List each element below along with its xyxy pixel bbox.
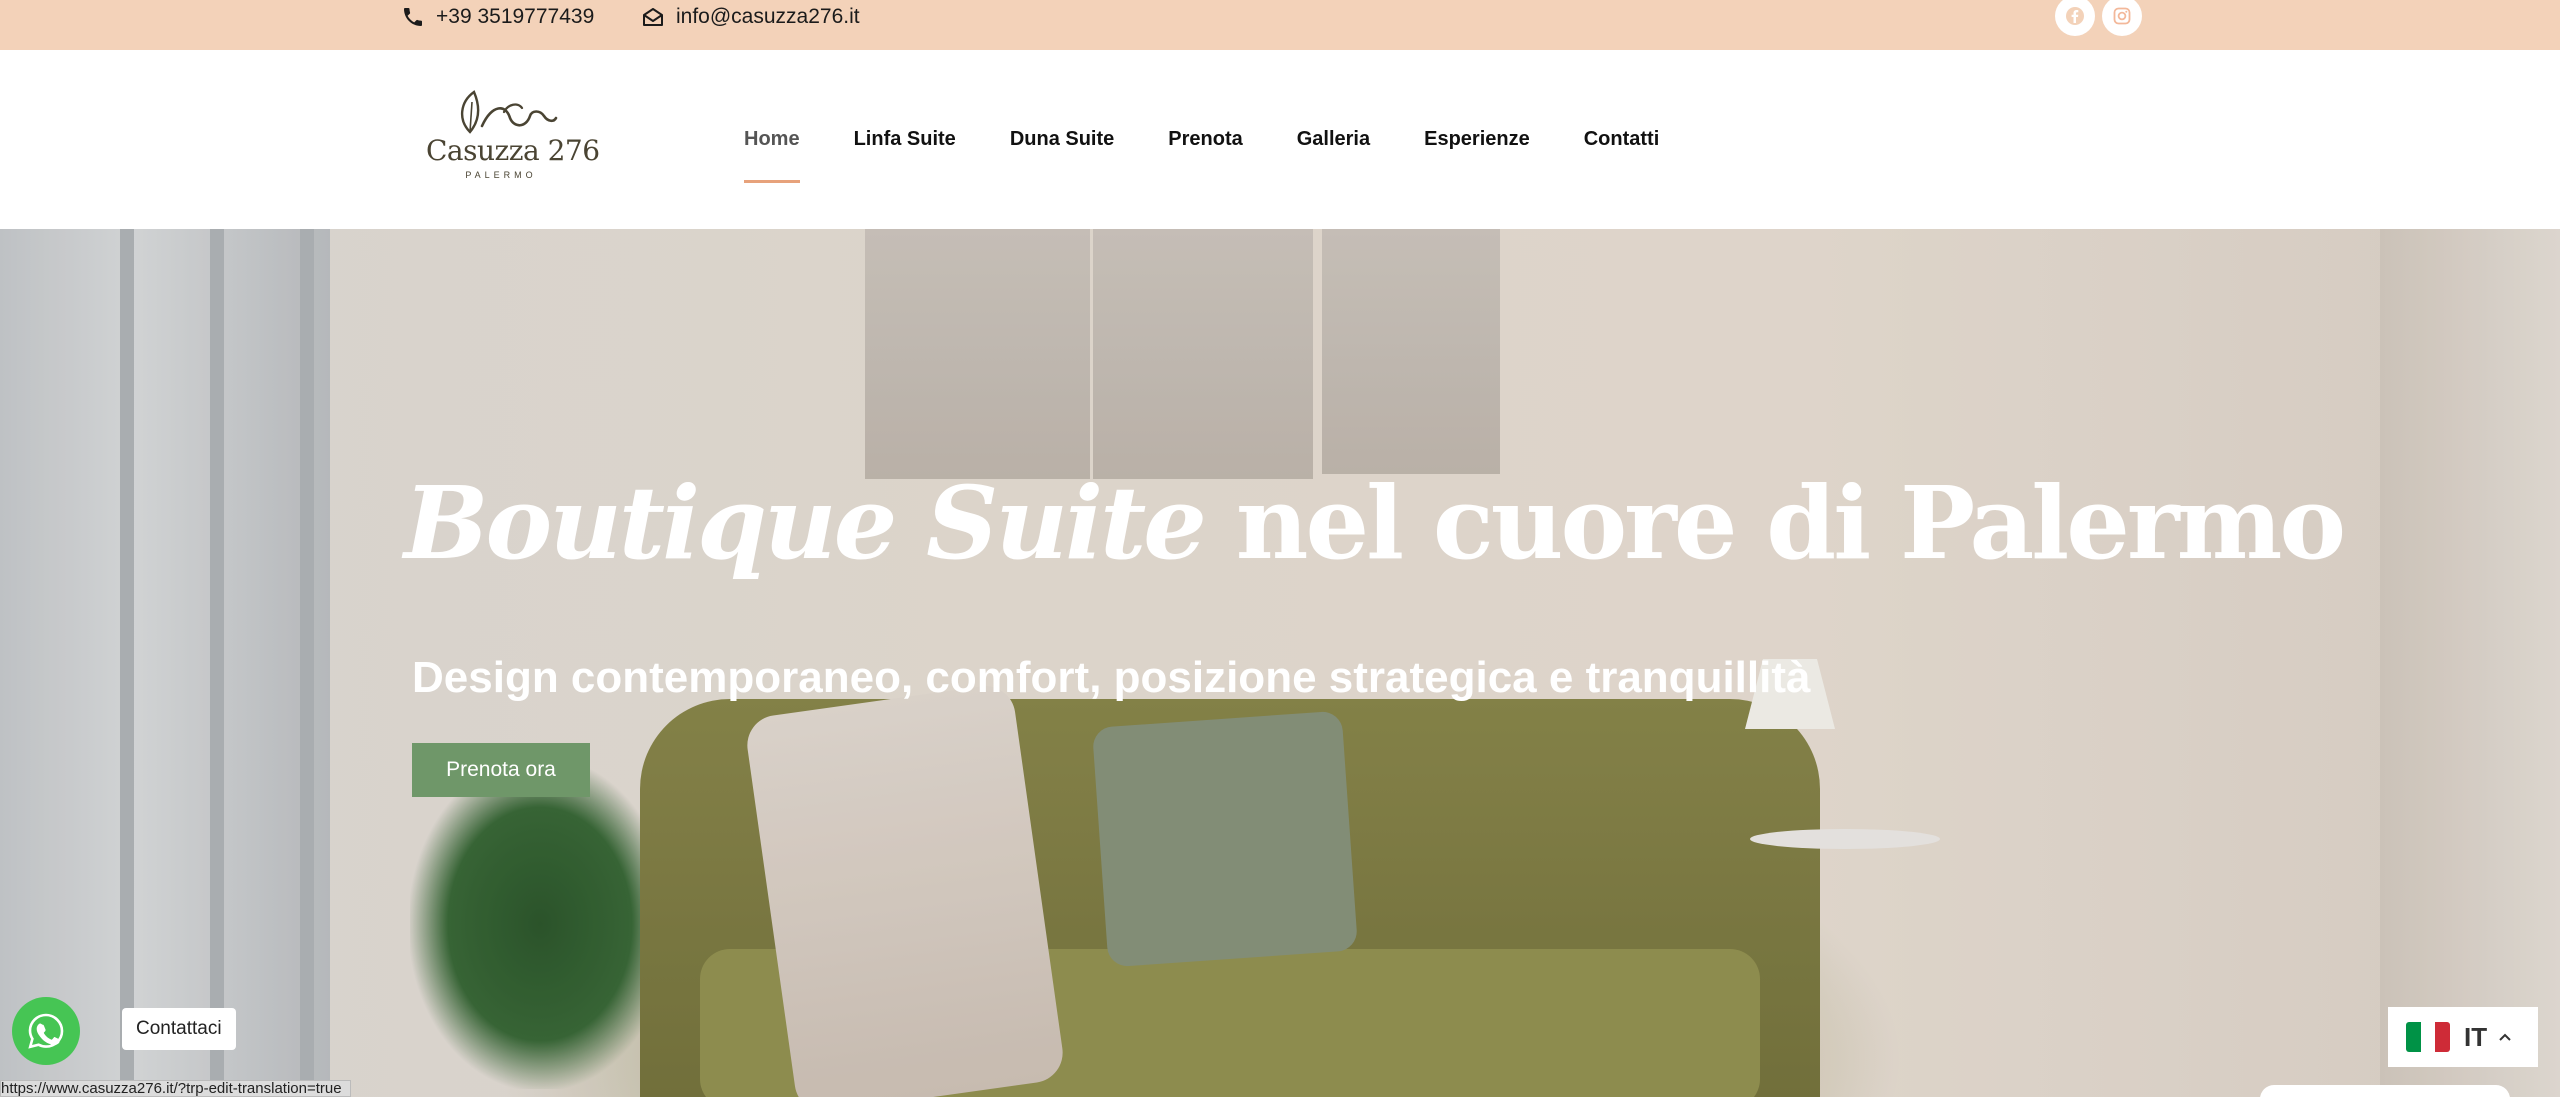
email-address: info@casuzza276.it — [676, 4, 860, 28]
flag-stripe — [2406, 1022, 2421, 1052]
whatsapp-button[interactable] — [12, 997, 80, 1065]
whatsapp-label[interactable]: Contattaci — [122, 1008, 236, 1050]
logo[interactable]: Casuzza 276 PALERMO — [424, 90, 600, 182]
hero-section: Boutique Suite nel cuore di Palermo Desi… — [0, 229, 2560, 1097]
top-bar: +39 3519777439 info@casuzza276.it — [0, 0, 2560, 50]
hero-title-rest: nel cuore di Palermo — [1235, 464, 2346, 582]
chevron-up-icon — [2499, 1033, 2511, 1041]
nav-esperienze[interactable]: Esperienze — [1424, 128, 1530, 151]
main-nav: Home Linfa Suite Duna Suite Prenota Gall… — [744, 50, 1713, 229]
whatsapp-icon — [28, 1013, 64, 1049]
wave-leaf-logo-icon — [461, 90, 558, 134]
phone-link[interactable]: +39 3519777439 — [401, 0, 594, 33]
site-header: Casuzza 276 PALERMO Home Linfa Suite Dun… — [0, 50, 2560, 229]
logo-city: PALERMO — [465, 170, 537, 180]
nav-linfa-suite[interactable]: Linfa Suite — [854, 128, 956, 151]
hero-title-emphasis: Boutique Suite — [404, 464, 1207, 582]
nav-prenota[interactable]: Prenota — [1168, 128, 1242, 151]
envelope-open-icon — [643, 7, 663, 26]
nav-galleria[interactable]: Galleria — [1297, 128, 1370, 151]
flag-stripe — [2420, 1022, 2436, 1052]
language-switcher[interactable]: IT — [2388, 1007, 2538, 1067]
italy-flag-icon — [2406, 1022, 2450, 1052]
facebook-button[interactable] — [2055, 0, 2095, 36]
phone-number: +39 3519777439 — [436, 4, 595, 28]
language-code: IT — [2464, 1021, 2488, 1052]
flag-stripe — [2435, 1022, 2450, 1052]
hero-subtitle: Design contemporaneo, comfort, posizione… — [412, 653, 1811, 702]
nav-home[interactable]: Home — [744, 128, 800, 183]
email-link[interactable]: info@casuzza276.it — [641, 0, 860, 33]
instagram-button[interactable] — [2102, 0, 2142, 36]
nav-duna-suite[interactable]: Duna Suite — [1010, 128, 1114, 151]
logo-name: Casuzza 276 — [426, 134, 600, 167]
phone-icon — [404, 7, 422, 26]
nav-contatti[interactable]: Contatti — [1584, 128, 1660, 151]
facebook-icon — [2066, 7, 2084, 25]
status-bar-url: https://www.casuzza276.it/?trp-edit-tran… — [0, 1080, 351, 1097]
book-now-button[interactable]: Prenota ora — [412, 743, 590, 797]
instagram-icon — [2113, 7, 2131, 25]
chat-bubble[interactable] — [2260, 1085, 2510, 1097]
hero-title: Boutique Suite nel cuore di Palermo — [404, 464, 2346, 582]
